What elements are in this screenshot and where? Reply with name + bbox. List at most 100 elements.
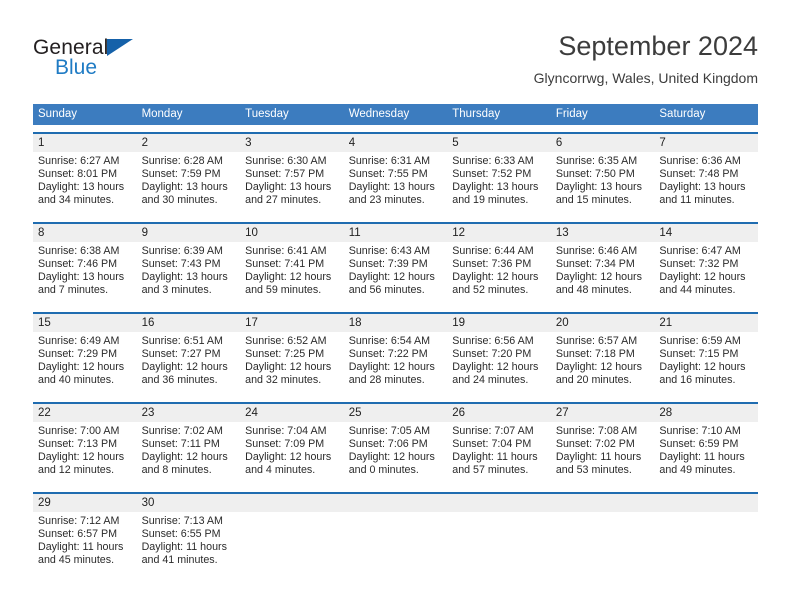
sunset-text: Sunset: 7:20 PM [452,348,532,361]
day-details: Sunrise: 7:13 AM Sunset: 6:55 PM Dayligh… [137,512,241,567]
title-block: September 2024 Glyncorrwg, Wales, United… [534,30,758,88]
sunset-text: Sunset: 7:59 PM [141,168,221,181]
general-blue-logo: General Blue [33,36,253,90]
weekday-header-monday: Monday [141,108,183,120]
day-number [654,494,758,512]
day-cell[interactable]: 23 Sunrise: 7:02 AM Sunset: 7:11 PM Dayl… [136,404,241,485]
sunrise-text: Sunrise: 7:13 AM [141,515,223,527]
day-cell[interactable]: 14 Sunrise: 6:47 AM Sunset: 7:32 PM Dayl… [654,224,758,305]
daylight-text: Daylight: 13 hours and 3 minutes. [141,271,228,297]
day-details: Sunrise: 7:08 AM Sunset: 7:02 PM Dayligh… [551,422,655,477]
daylight-text: Daylight: 12 hours and 36 minutes. [141,361,228,387]
day-details: Sunrise: 6:44 AM Sunset: 7:36 PM Dayligh… [447,242,551,297]
day-number: 1 [33,134,137,152]
sunset-text: Sunset: 8:01 PM [38,168,118,181]
day-number: 3 [240,134,344,152]
day-cell[interactable]: 1 Sunrise: 6:27 AM Sunset: 8:01 PM Dayli… [33,134,137,215]
day-cell[interactable]: 18 Sunrise: 6:54 AM Sunset: 7:22 PM Dayl… [343,314,448,395]
sunrise-text: Sunrise: 6:36 AM [659,155,741,167]
day-number [550,494,655,512]
day-details: Sunrise: 6:28 AM Sunset: 7:59 PM Dayligh… [137,152,241,207]
day-cell[interactable]: 10 Sunrise: 6:41 AM Sunset: 7:41 PM Dayl… [240,224,344,305]
daylight-text: Daylight: 13 hours and 11 minutes. [659,181,746,207]
sunset-text: Sunset: 7:46 PM [38,258,118,271]
day-cell[interactable]: 9 Sunrise: 6:39 AM Sunset: 7:43 PM Dayli… [136,224,241,305]
sunset-text: Sunset: 7:13 PM [38,438,118,451]
week-row: 22 Sunrise: 7:00 AM Sunset: 7:13 PM Dayl… [33,402,758,485]
day-number: 6 [550,134,655,152]
day-number: 12 [447,224,551,242]
day-cell[interactable]: 21 Sunrise: 6:59 AM Sunset: 7:15 PM Dayl… [654,314,758,395]
day-details: Sunrise: 6:47 AM Sunset: 7:32 PM Dayligh… [654,242,758,297]
day-cell[interactable]: 2 Sunrise: 6:28 AM Sunset: 7:59 PM Dayli… [136,134,241,215]
daylight-text: Daylight: 12 hours and 24 minutes. [452,361,539,387]
day-number: 28 [654,404,758,422]
day-cell-empty [654,494,758,575]
day-cell[interactable]: 30 Sunrise: 7:13 AM Sunset: 6:55 PM Dayl… [136,494,241,575]
day-number: 4 [343,134,448,152]
sunrise-text: Sunrise: 6:27 AM [38,155,120,167]
weekday-header-wednesday: Wednesday [348,108,410,120]
day-cell[interactable]: 5 Sunrise: 6:33 AM Sunset: 7:52 PM Dayli… [447,134,551,215]
day-cell[interactable]: 12 Sunrise: 6:44 AM Sunset: 7:36 PM Dayl… [447,224,551,305]
daylight-text: Daylight: 12 hours and 16 minutes. [659,361,746,387]
daylight-text: Daylight: 11 hours and 45 minutes. [38,541,124,567]
day-cell[interactable]: 6 Sunrise: 6:35 AM Sunset: 7:50 PM Dayli… [550,134,655,215]
daylight-text: Daylight: 13 hours and 23 minutes. [348,181,435,207]
week-row: 29 Sunrise: 7:12 AM Sunset: 6:57 PM Dayl… [33,492,758,575]
day-cell[interactable]: 20 Sunrise: 6:57 AM Sunset: 7:18 PM Dayl… [550,314,655,395]
sunrise-text: Sunrise: 6:31 AM [348,155,431,167]
day-number: 5 [447,134,551,152]
week-row: 1 Sunrise: 6:27 AM Sunset: 8:01 PM Dayli… [33,132,758,215]
sunset-text: Sunset: 7:36 PM [452,258,532,271]
day-number: 30 [136,494,241,512]
page-title: September 2024 [558,31,758,61]
day-cell[interactable]: 27 Sunrise: 7:08 AM Sunset: 7:02 PM Dayl… [550,404,655,485]
day-cell[interactable]: 11 Sunrise: 6:43 AM Sunset: 7:39 PM Dayl… [343,224,448,305]
day-cell[interactable]: 28 Sunrise: 7:10 AM Sunset: 6:59 PM Dayl… [654,404,758,485]
day-cell[interactable]: 19 Sunrise: 6:56 AM Sunset: 7:20 PM Dayl… [447,314,551,395]
logo-triangle-icon [107,39,133,56]
sunset-text: Sunset: 7:06 PM [348,438,428,451]
day-cell[interactable]: 3 Sunrise: 6:30 AM Sunset: 7:57 PM Dayli… [240,134,344,215]
sunset-text: Sunset: 7:32 PM [659,258,739,271]
day-cell[interactable]: 25 Sunrise: 7:05 AM Sunset: 7:06 PM Dayl… [343,404,448,485]
day-number: 11 [343,224,448,242]
day-cell-empty [447,494,551,575]
day-cell[interactable]: 22 Sunrise: 7:00 AM Sunset: 7:13 PM Dayl… [33,404,137,485]
sunrise-text: Sunrise: 6:38 AM [38,245,120,257]
daylight-text: Daylight: 12 hours and 12 minutes. [38,451,125,477]
day-cell[interactable]: 17 Sunrise: 6:52 AM Sunset: 7:25 PM Dayl… [240,314,344,395]
daylight-text: Daylight: 13 hours and 27 minutes. [245,181,332,207]
day-cell[interactable]: 24 Sunrise: 7:04 AM Sunset: 7:09 PM Dayl… [240,404,344,485]
sunrise-text: Sunrise: 7:02 AM [141,425,223,437]
day-cell[interactable]: 13 Sunrise: 6:46 AM Sunset: 7:34 PM Dayl… [550,224,655,305]
page-header: General Blue September 2024 Glyncorrwg, … [0,0,792,100]
sunrise-text: Sunrise: 7:00 AM [38,425,120,437]
sunset-text: Sunset: 7:43 PM [141,258,221,271]
daylight-text: Daylight: 12 hours and 40 minutes. [38,361,125,387]
day-cell[interactable]: 7 Sunrise: 6:36 AM Sunset: 7:48 PM Dayli… [654,134,758,215]
weekday-header-thursday: Thursday [452,108,501,120]
sunrise-text: Sunrise: 6:47 AM [659,245,741,257]
day-number: 21 [654,314,758,332]
sunset-text: Sunset: 7:02 PM [555,438,635,451]
day-number: 19 [447,314,551,332]
sunrise-text: Sunrise: 6:33 AM [452,155,534,167]
day-details: Sunrise: 6:56 AM Sunset: 7:20 PM Dayligh… [447,332,551,387]
day-details: Sunrise: 6:52 AM Sunset: 7:25 PM Dayligh… [240,332,344,387]
day-cell[interactable]: 4 Sunrise: 6:31 AM Sunset: 7:55 PM Dayli… [343,134,448,215]
sunrise-text: Sunrise: 7:04 AM [245,425,327,437]
day-details: Sunrise: 6:35 AM Sunset: 7:50 PM Dayligh… [551,152,655,207]
sunrise-text: Sunrise: 7:05 AM [348,425,431,437]
day-cell[interactable]: 15 Sunrise: 6:49 AM Sunset: 7:29 PM Dayl… [33,314,137,395]
sunrise-text: Sunrise: 7:10 AM [659,425,741,437]
day-details: Sunrise: 6:33 AM Sunset: 7:52 PM Dayligh… [447,152,551,207]
day-cell[interactable]: 26 Sunrise: 7:07 AM Sunset: 7:04 PM Dayl… [447,404,551,485]
day-cell[interactable]: 16 Sunrise: 6:51 AM Sunset: 7:27 PM Dayl… [136,314,241,395]
day-number: 26 [447,404,551,422]
day-cell[interactable]: 8 Sunrise: 6:38 AM Sunset: 7:46 PM Dayli… [33,224,137,305]
daylight-text: Daylight: 11 hours and 57 minutes. [452,451,538,477]
day-cell[interactable]: 29 Sunrise: 7:12 AM Sunset: 6:57 PM Dayl… [33,494,137,575]
day-number: 23 [136,404,241,422]
